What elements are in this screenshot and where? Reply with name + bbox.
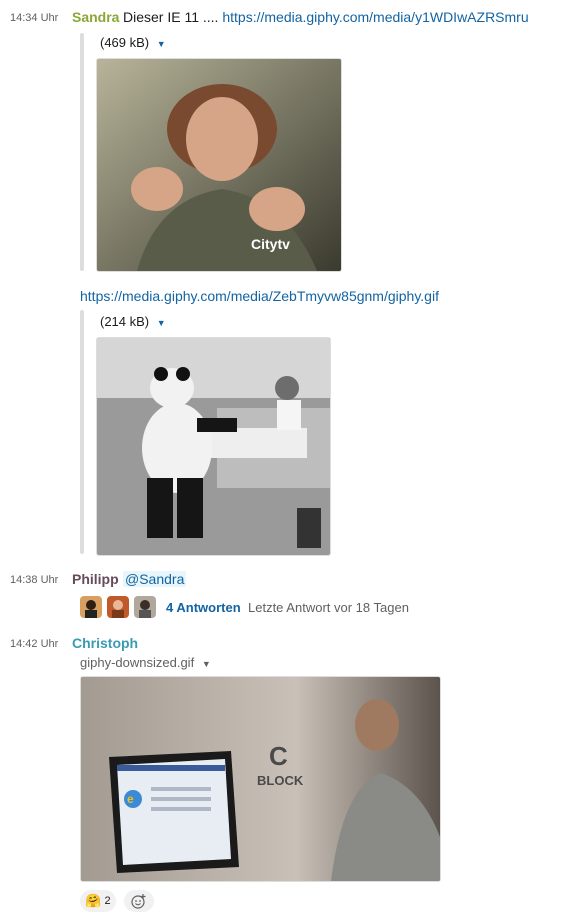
- attachment-size-text-2: (214 kB): [100, 314, 150, 329]
- avatar: [107, 596, 129, 618]
- gif-panda-illustration: [97, 338, 330, 555]
- message-christoph: 14:42 Uhr Christoph giphy-downsized.gif …: [0, 634, 576, 920]
- message-text: @Sandra: [123, 571, 187, 587]
- attachment-size-2[interactable]: (214 kB) ▼: [100, 314, 166, 329]
- gif-image-panda[interactable]: [96, 337, 331, 556]
- message-text: Dieser IE 11 .... https://media.giphy.co…: [123, 9, 559, 25]
- attachment-bar-2: [80, 310, 84, 554]
- caret-down-icon[interactable]: ▼: [157, 318, 166, 328]
- thread-last-reply: Letzte Antwort vor 18 Tagen: [248, 600, 409, 615]
- gif-image-computer[interactable]: C BLOCK e: [80, 676, 441, 882]
- svg-text:e: e: [127, 792, 134, 806]
- avatar-image: [107, 596, 129, 618]
- message-philipp: 14:38 Uhr Philipp @Sandra 4 Antworten Le…: [0, 570, 576, 630]
- hugging-face-emoji: 🤗: [85, 893, 102, 908]
- attachment-size[interactable]: (469 kB) ▼: [100, 35, 166, 50]
- wall-word: BLOCK: [257, 773, 304, 788]
- gif-computer-illustration: C BLOCK e: [81, 677, 440, 881]
- caret-down-icon[interactable]: ▼: [157, 39, 166, 49]
- message-author[interactable]: Sandra: [72, 9, 119, 25]
- wall-letter: C: [269, 741, 288, 771]
- attachment-size-text: (469 kB): [100, 35, 150, 50]
- message-timestamp[interactable]: 14:42 Uhr: [10, 638, 58, 650]
- file-name-text: giphy-downsized.gif: [80, 655, 195, 670]
- message-body: Dieser IE 11 ....: [123, 9, 219, 25]
- avatar: [134, 596, 156, 618]
- message-timestamp[interactable]: 14:34 Uhr: [10, 12, 58, 24]
- message-timestamp[interactable]: 14:38 Uhr: [10, 574, 58, 586]
- gif-woman-illustration: Citytv: [97, 59, 341, 271]
- reaction-count: 2: [104, 895, 111, 907]
- caret-down-icon[interactable]: ▼: [202, 659, 211, 669]
- add-reaction-button[interactable]: [124, 890, 154, 912]
- image-watermark: Citytv: [251, 236, 290, 252]
- avatar-image: [80, 596, 102, 618]
- message-sandra: 14:34 Uhr Sandra Dieser IE 11 .... https…: [0, 0, 576, 560]
- gif-image-woman[interactable]: Citytv: [96, 58, 342, 272]
- thread-summary[interactable]: 4 Antworten Letzte Antwort vor 18 Tagen: [80, 596, 440, 620]
- message-author[interactable]: Philipp: [72, 571, 119, 587]
- attachment-bar: [80, 33, 84, 271]
- user-mention[interactable]: @Sandra: [123, 571, 187, 587]
- message-link[interactable]: https://media.giphy.com/media/y1WDIwAZRS…: [222, 9, 528, 25]
- reaction-pill[interactable]: 🤗 2: [80, 890, 116, 912]
- add-reaction-icon: [131, 894, 146, 909]
- message-author[interactable]: Christoph: [72, 635, 138, 651]
- message-link-2[interactable]: https://media.giphy.com/media/ZebTmyvw85…: [80, 288, 439, 304]
- avatar: [80, 596, 102, 618]
- avatar-image: [134, 596, 156, 618]
- thread-reply-count[interactable]: 4 Antworten: [166, 600, 241, 615]
- file-name[interactable]: giphy-downsized.gif ▼: [80, 655, 211, 670]
